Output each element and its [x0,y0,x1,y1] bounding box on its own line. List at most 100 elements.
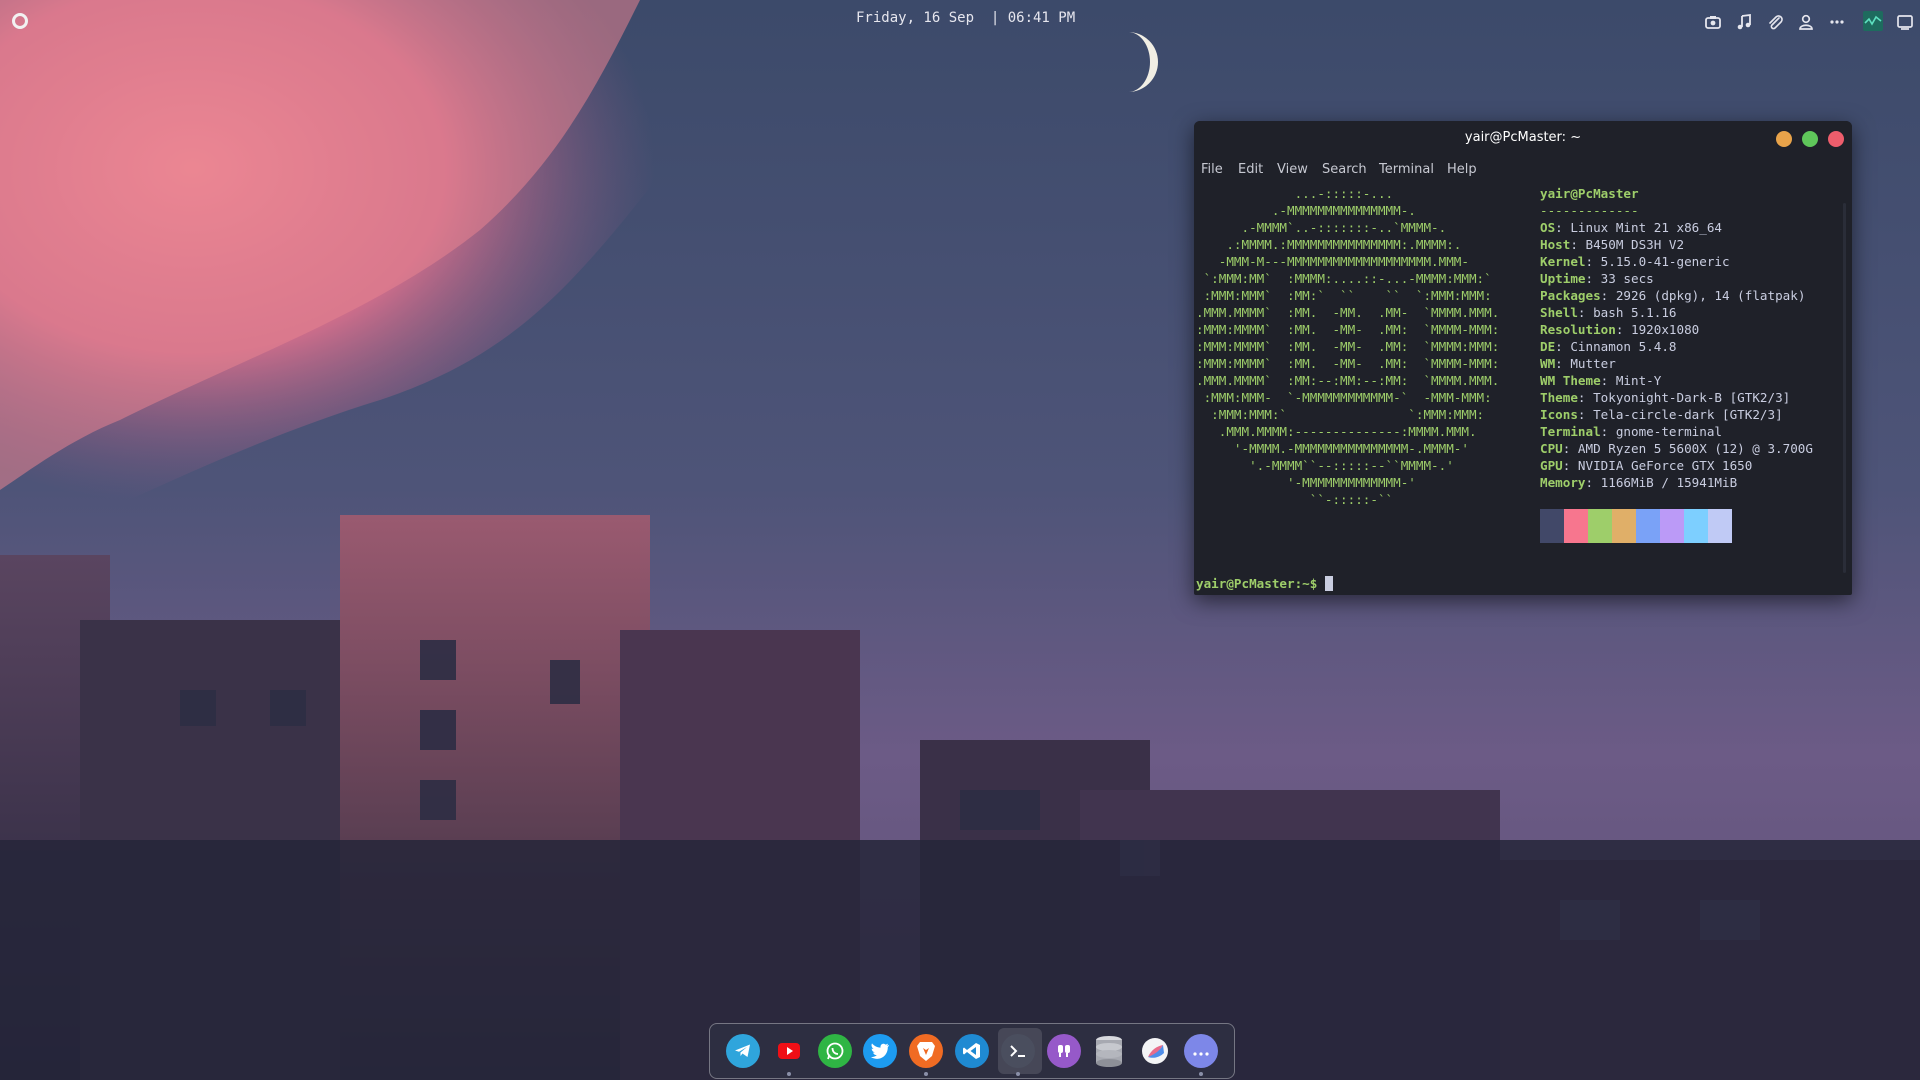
palette-swatch [1660,509,1684,543]
info-line: WM: Mutter [1540,356,1616,371]
terminal-output[interactable]: ...-:::::-... .-MMMMMMMMMMMMMMM-. .-MMMM… [1196,185,1836,591]
shell-prompt: yair@PcMaster:~$ [1196,576,1318,591]
panel-clock[interactable]: Friday, 16 Sep | 06:41 PM [856,10,1075,26]
ascii-logo-line: ...-:::::-... [1196,186,1394,201]
menu-terminal[interactable]: Terminal [1379,162,1434,177]
menu-edit[interactable]: Edit [1238,162,1263,177]
info-key: Uptime [1540,271,1586,286]
ascii-logo-line: :MMM:MMMM` :MM. -MM- .MM: `MMMM-MMM: [1196,356,1500,371]
running-indicator [1015,1072,1020,1076]
system-monitor-icon[interactable] [1863,11,1883,31]
whatsapp-icon[interactable] [817,1034,852,1068]
info-line: OS: Linux Mint 21 x86_64 [1540,220,1722,235]
info-value: 1166MiB / 15941MiB [1600,475,1738,490]
brave-icon[interactable] [909,1034,944,1068]
ascii-logo-line: .MMM.MMMM` :MM:--:MM:--:MM: `MMMM.MMM. [1196,373,1500,388]
info-key: GPU [1540,458,1563,473]
color-picker-icon[interactable] [1138,1034,1172,1068]
ascii-logo-line: :MMM:MMM:` `:MMM:MMM: [1196,407,1485,422]
info-key: OS [1540,220,1556,235]
twitter-icon[interactable] [863,1034,898,1068]
menu-search[interactable]: Search [1322,162,1367,177]
minimize-button[interactable] [1776,131,1792,147]
info-value: AMD Ryzen 5 5600X (12) @ 3.700G [1577,441,1813,456]
color-palette [1540,509,1732,543]
window-title: yair@PcMaster: ~ [1464,130,1582,145]
palette-swatch [1540,509,1564,543]
info-key: Shell [1540,305,1578,320]
ascii-logo-line: '-MMMMMMMMMMMMM-' [1196,475,1416,490]
info-value: Mint-Y [1615,373,1662,388]
info-value: 2926 (dpkg), 14 (flatpak) [1615,288,1806,303]
palette-swatch [1588,509,1612,543]
info-key: WM [1540,356,1556,371]
info-value: Tela-circle-dark [GTK2/3] [1593,407,1783,422]
terminal-scrollbar[interactable] [1843,203,1846,573]
info-line: Kernel: 5.15.0-41-generic [1540,254,1730,269]
info-value: gnome-terminal [1615,424,1722,439]
ascii-logo-line: '.-MMMM``--:::::--``MMMM-.' [1196,458,1454,473]
info-separator: ------------- [1540,203,1639,218]
palette-swatch [1708,509,1732,543]
chat-icon[interactable] [1184,1034,1218,1068]
running-indicator [1199,1072,1203,1076]
info-line: Memory: 1166MiB / 15941MiB [1540,475,1738,490]
info-value: Linux Mint 21 x86_64 [1570,220,1722,235]
info-key: DE [1540,339,1556,354]
info-value: Cinnamon 5.4.8 [1570,339,1677,354]
info-key: Memory [1540,475,1586,490]
info-line: WM Theme: Mint-Y [1540,373,1662,388]
ascii-logo-line: :MMM:MMMM` :MM. -MM- .MM: `MMMM-MMM: [1196,322,1500,337]
user-host: yair@PcMaster [1540,186,1639,201]
podcasts-icon[interactable] [1046,1034,1081,1068]
info-line: DE: Cinnamon 5.4.8 [1540,339,1677,354]
workspace-icon[interactable] [1896,13,1914,31]
info-line: CPU: AMD Ryzen 5 5600X (12) @ 3.700G [1540,441,1813,456]
palette-swatch [1684,509,1708,543]
paperclip-icon[interactable] [1766,13,1784,31]
prompt-line[interactable]: yair@PcMaster:~$ [1196,575,1334,592]
info-key: Icons [1540,407,1578,422]
info-value: 33 secs [1600,271,1654,286]
telegram-icon[interactable] [726,1034,760,1068]
user-icon[interactable] [1797,13,1815,31]
close-button[interactable] [1828,131,1844,147]
dock [709,1023,1235,1079]
terminal-menubar: File Edit View Search Terminal Help [1194,159,1852,183]
ascii-logo-line: .MMM.MMMM` :MM. -MM. .MM- `MMMM.MMM. [1196,305,1500,320]
ascii-logo-line: `:MMM:MM` :MMMM:....::-...-MMMM:MMM:` [1196,271,1492,286]
ascii-logo-line: :MMM:MMMM` :MM. -MM- .MM: `MMMM:MMM: [1196,339,1500,354]
ascii-logo-line: ``-:::::-`` [1196,492,1394,507]
window-titlebar[interactable]: yair@PcMaster: ~ [1194,121,1852,155]
info-value: B450M DS3H V2 [1585,237,1685,252]
info-value: Mutter [1570,356,1616,371]
info-value: bash 5.1.16 [1593,305,1677,320]
menu-file[interactable]: File [1201,162,1223,177]
palette-swatch [1612,509,1636,543]
youtube-icon[interactable] [772,1034,806,1068]
ascii-logo-line: :MMM:MMM` :MM:` `` `` `:MMM:MMM: [1196,288,1492,303]
palette-swatch [1564,509,1588,543]
ascii-logo-line: .:MMMM.:MMMMMMMMMMMMMMM:.MMMM:. [1196,237,1462,252]
running-indicator [786,1072,791,1076]
music-note-icon[interactable] [1735,13,1753,31]
info-line: Terminal: gnome-terminal [1540,424,1722,439]
terminal-icon[interactable] [1000,1034,1035,1068]
more-icon[interactable] [1828,13,1846,31]
maximize-button[interactable] [1802,131,1818,147]
screenshot-icon[interactable] [1704,13,1722,31]
info-line: Theme: Tokyonight-Dark-B [GTK2/3] [1540,390,1791,405]
ascii-logo-line: .-MMMMMMMMMMMMMMM-. [1196,203,1416,218]
info-line: Uptime: 33 secs [1540,271,1654,286]
vscode-icon[interactable] [955,1034,989,1068]
info-key: Terminal [1540,424,1601,439]
info-key: WM Theme [1540,373,1601,388]
menu-view[interactable]: View [1277,162,1308,177]
menu-help[interactable]: Help [1447,162,1477,177]
info-value: 1920x1080 [1631,322,1700,337]
database-icon[interactable] [1092,1034,1126,1068]
ascii-logo-line: .-MMMM`..-:::::::-..`MMMM-. [1196,220,1447,235]
circle-menu-icon[interactable] [12,13,28,29]
terminal-window[interactable]: yair@PcMaster: ~ File Edit View Search T… [1194,121,1852,595]
info-key: Kernel [1540,254,1586,269]
